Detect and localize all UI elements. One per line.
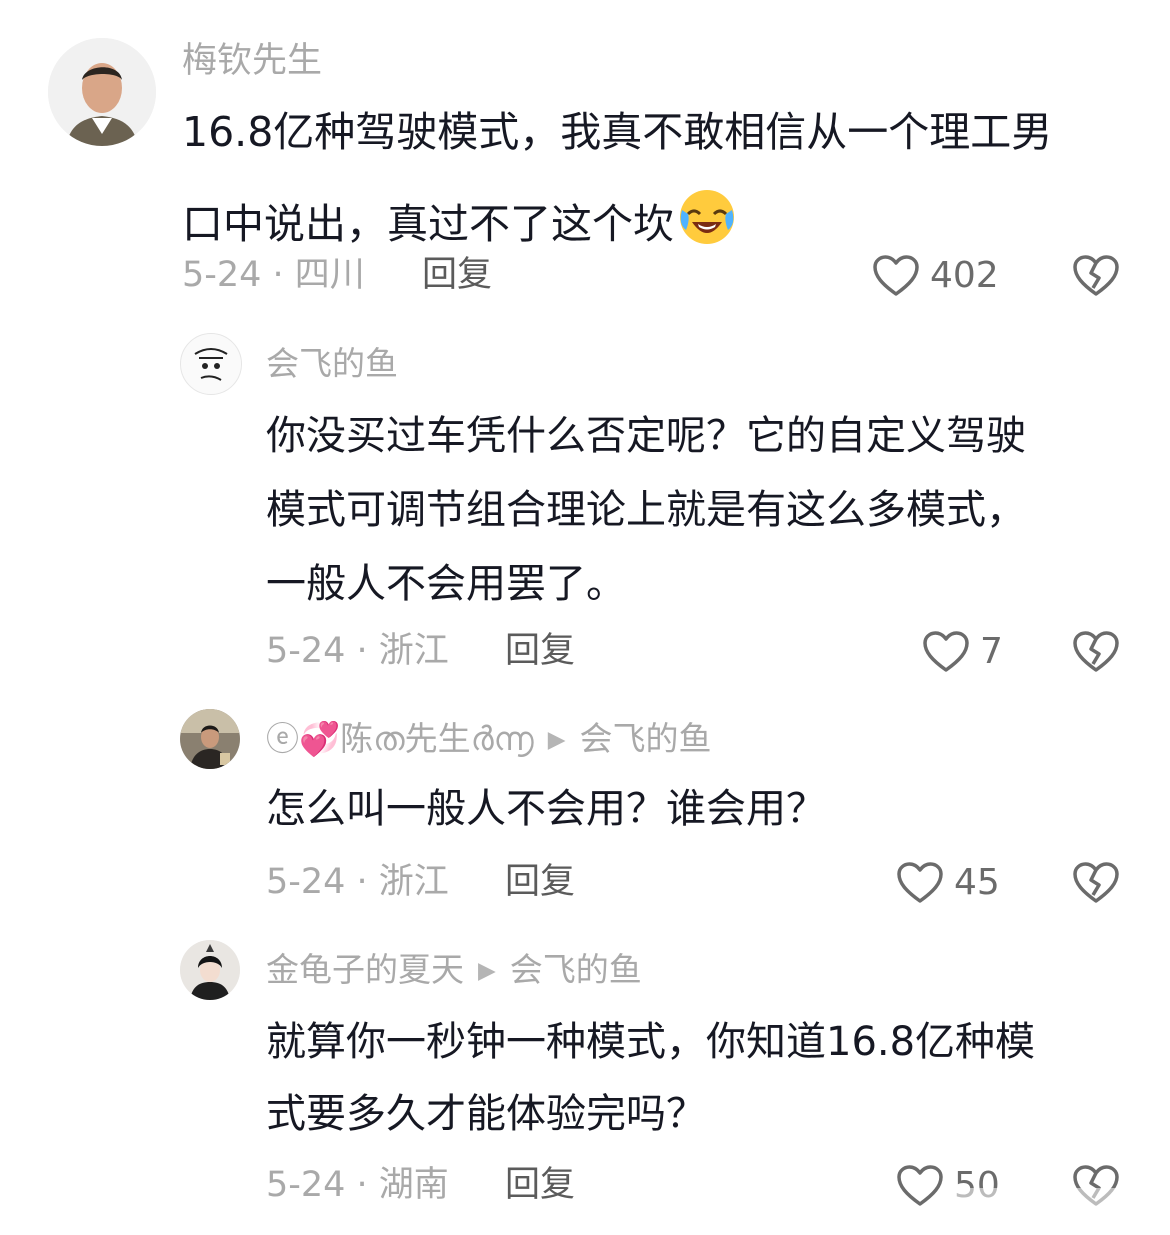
comment-text: 你没买过车凭什么否定呢？它的自定义驾驶 模式可调节组合理论上就是有这么多模式， … — [266, 416, 1026, 604]
comment-line: 模式可调节组合理论上就是有这么多模式， — [266, 487, 1026, 533]
avatar[interactable] — [180, 940, 240, 1000]
heart-outline-icon — [922, 630, 970, 674]
broken-heart-icon — [1072, 862, 1120, 909]
like-button[interactable]: 402 — [872, 254, 999, 298]
comment-text: 就算你一秒钟一种模式，你知道16.8亿种模 式要多久才能体验完吗？ — [266, 1022, 1035, 1134]
comment-line: 你没买过车凭什么否定呢？它的自定义驾驶 — [266, 413, 1026, 459]
reply-to-username[interactable]: 会飞的鱼 — [579, 719, 711, 758]
like-button[interactable]: 45 — [896, 861, 1000, 905]
dislike-button[interactable] — [1072, 630, 1120, 678]
username-text[interactable]: 陈ത先生ർ൬ — [340, 719, 534, 758]
dislike-button[interactable] — [1072, 861, 1120, 909]
broken-heart-icon — [1072, 255, 1120, 302]
comment-line: 16.8亿种驾驶模式，我真不敢相信从一个理工男 — [182, 108, 1053, 156]
comment-text: 怎么叫一般人不会用？谁会用？ — [266, 789, 826, 829]
like-button[interactable]: 7 — [922, 630, 1003, 674]
username[interactable]: 会飞的鱼 — [266, 347, 398, 380]
dislike-button[interactable] — [1072, 254, 1120, 302]
triangle-right-icon: ▶ — [478, 957, 496, 984]
date-location: 5-24 · 四川 — [182, 255, 365, 295]
username-text[interactable]: 梅钦先生 — [182, 41, 322, 81]
watermark-overlay — [940, 1184, 1160, 1224]
avatar[interactable] — [48, 38, 156, 146]
comment-text: 16.8亿种驾驶模式，我真不敢相信从一个理工男 口中说出，真过不了这个坎 — [182, 112, 1052, 253]
comment-line: 口中说出，真过不了这个坎 — [182, 200, 674, 248]
reply-to-username[interactable]: 会飞的鱼 — [510, 950, 642, 989]
comment-line: 就算你一秒钟一种模式，你知道16.8亿种模 — [266, 1019, 1036, 1065]
date-location: 5-24 · 浙江 — [266, 631, 449, 671]
heart-outline-icon — [872, 254, 920, 298]
username-text[interactable]: 会飞的鱼 — [266, 344, 398, 383]
username[interactable]: 梅钦先生 — [182, 44, 322, 79]
like-count: 402 — [930, 255, 999, 296]
username[interactable]: 金龟子的夏天 ▶ 会飞的鱼 — [266, 953, 642, 986]
reply-button[interactable]: 回复 — [505, 1168, 575, 1203]
laughing-crying-face-icon — [678, 188, 736, 253]
comment-line: 怎么叫一般人不会用？谁会用？ — [266, 786, 826, 832]
avatar[interactable] — [180, 709, 240, 769]
reply-button[interactable]: 回复 — [505, 634, 575, 669]
username-prefix: ⓔ💞 — [266, 719, 341, 758]
username[interactable]: ⓔ💞陈ത先生ർ൬ ▶ 会飞的鱼 — [266, 722, 711, 755]
like-count: 7 — [980, 631, 1003, 672]
comment-line-wrap: 口中说出，真过不了这个坎 — [182, 188, 1052, 253]
date-location: 5-24 · 浙江 — [266, 862, 449, 902]
reply-button[interactable]: 回复 — [422, 258, 492, 293]
comment-line: 式要多久才能体验完吗？ — [266, 1091, 706, 1137]
comment-line: 一般人不会用罢了。 — [266, 561, 626, 607]
broken-heart-icon — [1072, 631, 1120, 678]
like-count: 45 — [954, 862, 1000, 903]
heart-outline-icon — [896, 1164, 944, 1208]
username-text[interactable]: 金龟子的夏天 — [266, 950, 464, 989]
date-location: 5-24 · 湖南 — [266, 1165, 449, 1205]
triangle-right-icon: ▶ — [547, 726, 566, 753]
reply-button[interactable]: 回复 — [505, 865, 575, 900]
heart-outline-icon — [896, 861, 944, 905]
avatar[interactable] — [180, 333, 242, 395]
